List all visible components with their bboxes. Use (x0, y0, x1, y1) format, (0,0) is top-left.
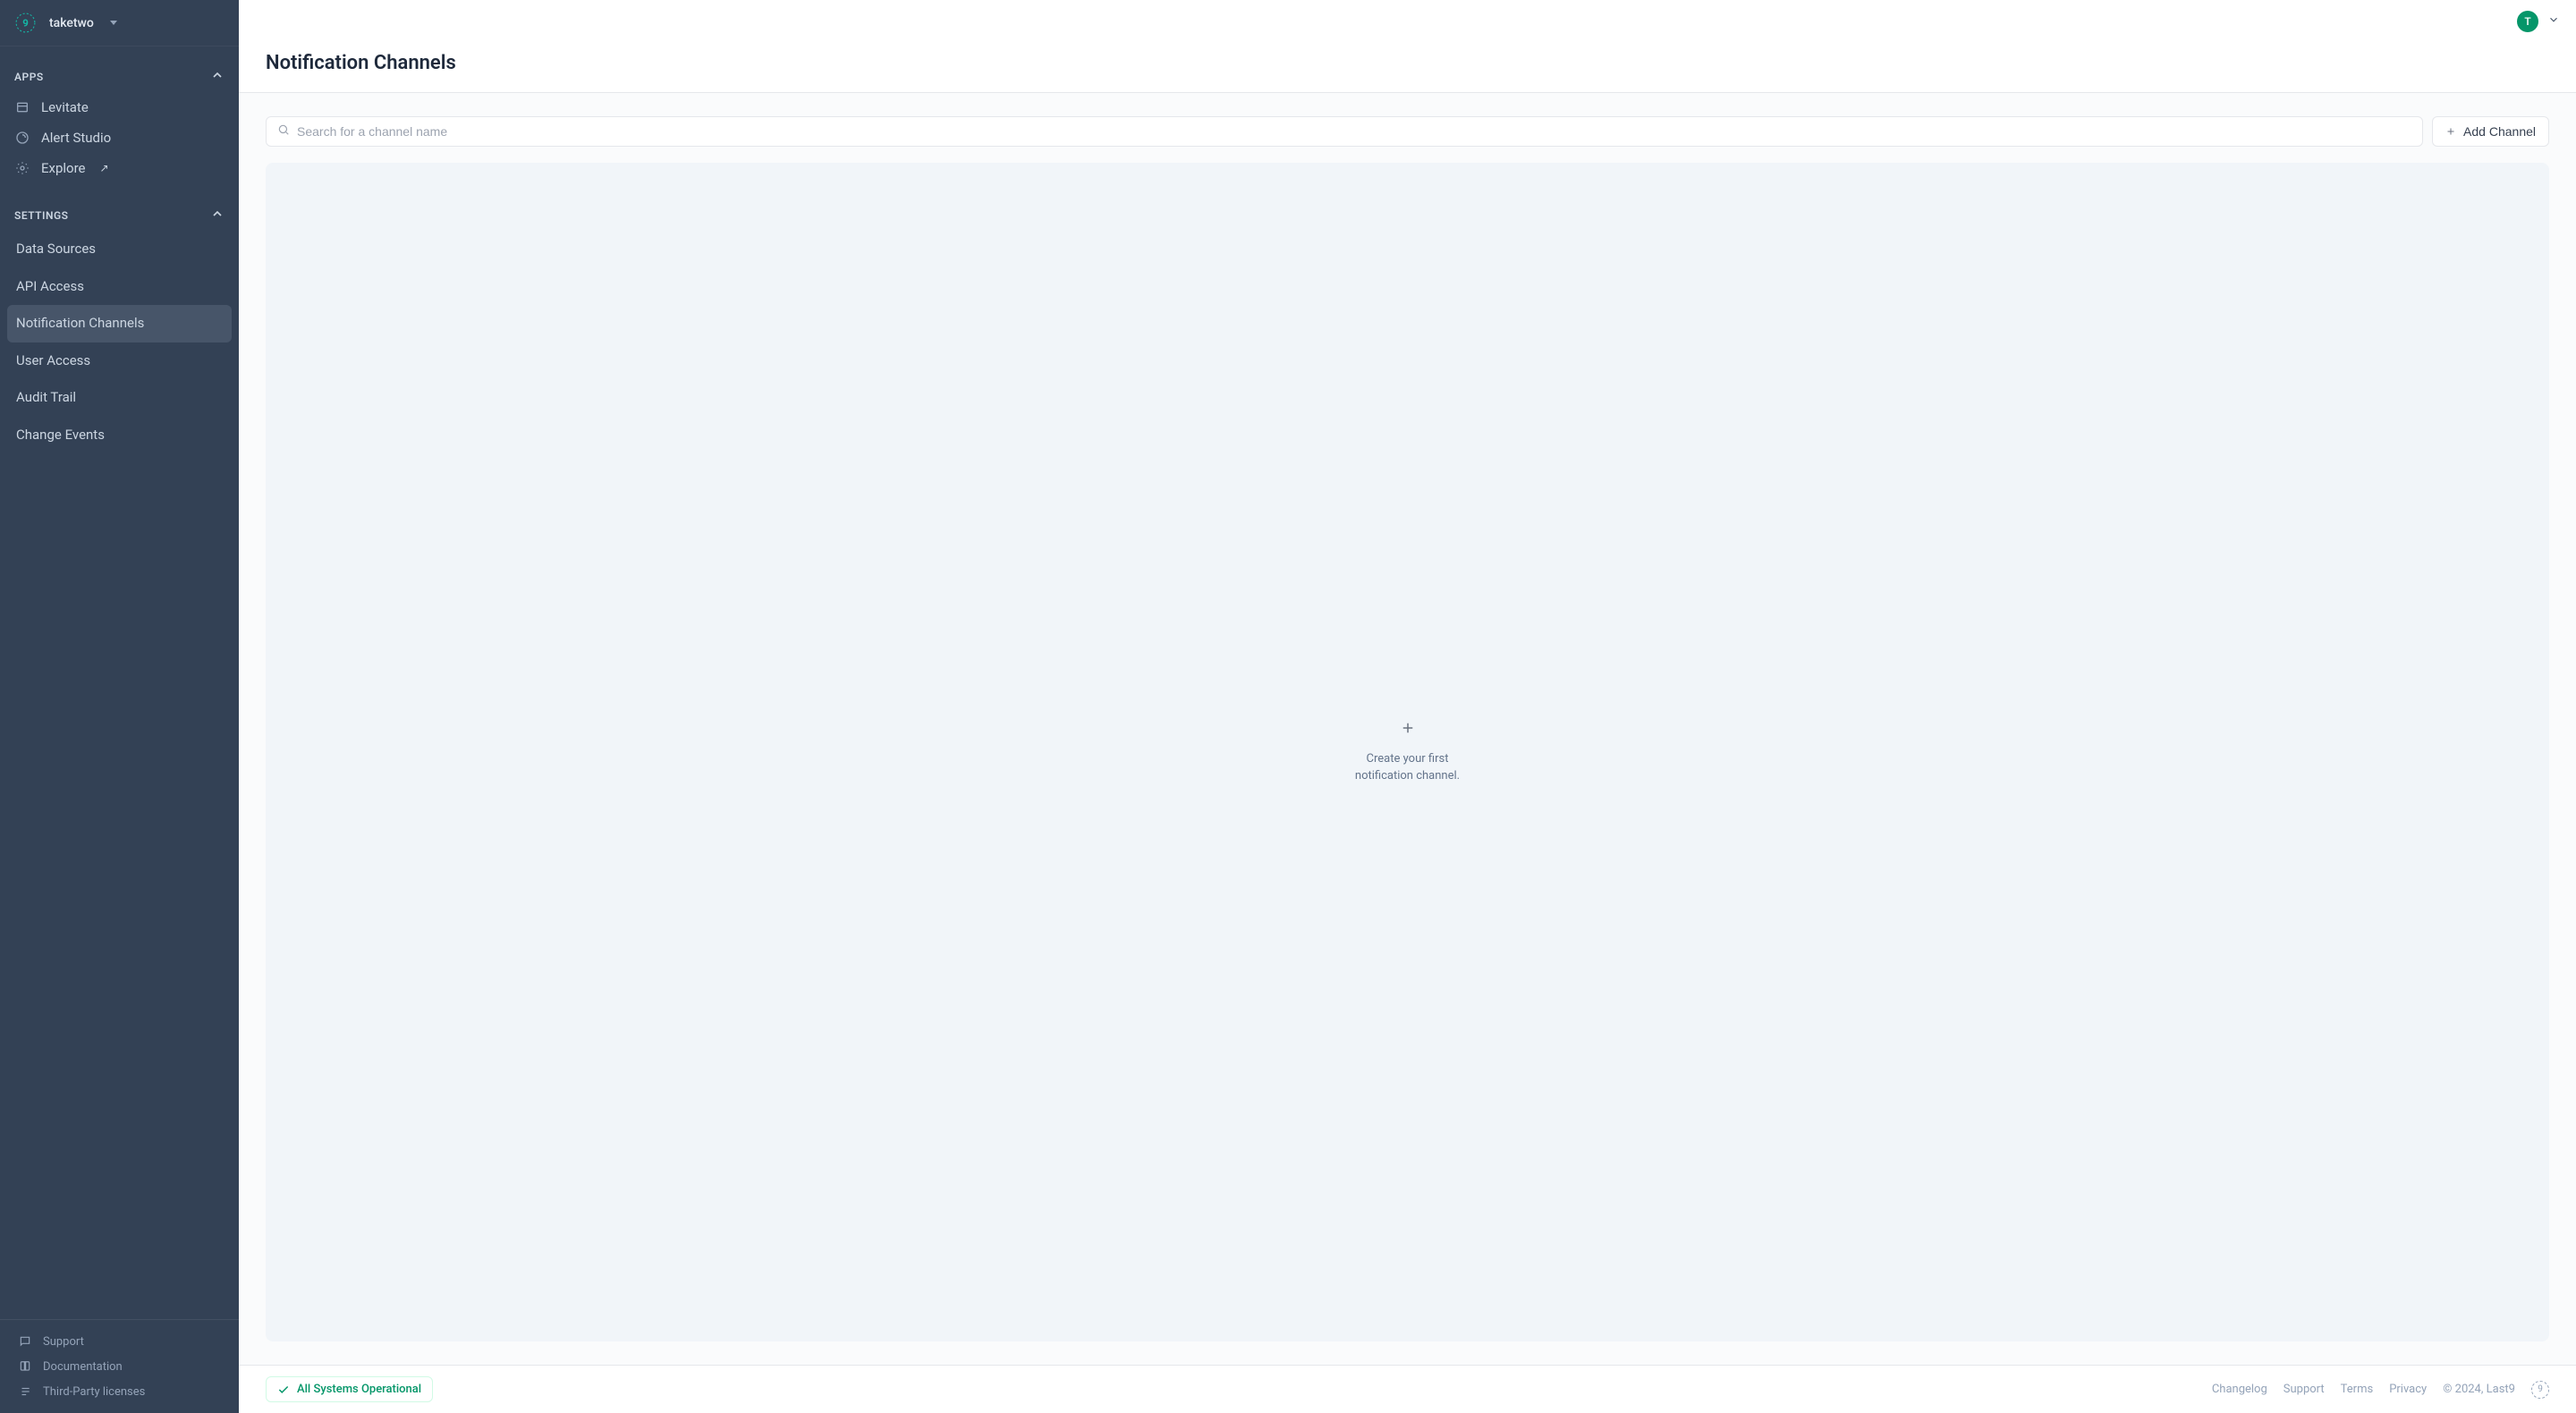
footer-logo: 9 (2531, 1381, 2549, 1399)
avatar-initial: T (2524, 15, 2530, 28)
add-button-label: Add Channel (2463, 124, 2536, 139)
sidebar-item-data-sources[interactable]: Data Sources (0, 231, 239, 268)
sidebar-sections: APPS Levitate Alert Studio Explore ↗ (0, 47, 239, 1319)
sidebar-item-audit-trail[interactable]: Audit Trail (0, 379, 239, 417)
page-content: Add Channel Create your first notificati… (239, 93, 2576, 1365)
footer-item-label: Support (43, 1335, 84, 1349)
add-channel-button[interactable]: Add Channel (2432, 116, 2549, 147)
status-text: All Systems Operational (297, 1383, 421, 1396)
sidebar-item-api-access[interactable]: API Access (0, 268, 239, 306)
sidebar-item-label: Audit Trail (16, 389, 76, 405)
search-input[interactable] (290, 117, 2411, 146)
empty-state[interactable]: Create your first notification channel. (266, 163, 2549, 1341)
chevron-down-icon[interactable] (2547, 13, 2560, 30)
sidebar-item-user-access[interactable]: User Access (0, 343, 239, 380)
sidebar-item-levitate[interactable]: Levitate (0, 92, 239, 123)
sidebar-item-alert-studio[interactable]: Alert Studio (0, 123, 239, 153)
sidebar-footer-documentation[interactable]: Documentation (0, 1354, 239, 1379)
search-container[interactable] (266, 116, 2423, 147)
chevron-up-icon (210, 207, 225, 224)
sidebar-footer-licenses[interactable]: Third-Party licenses (0, 1379, 239, 1404)
sidebar-item-change-events[interactable]: Change Events (0, 417, 239, 454)
org-switcher[interactable]: 9 taketwo (0, 0, 239, 47)
sidebar-item-label: Notification Channels (16, 315, 144, 331)
chevron-up-icon (210, 68, 225, 85)
page-header: Notification Channels (239, 43, 2576, 93)
svg-text:9: 9 (22, 17, 29, 30)
avatar[interactable]: T (2517, 11, 2538, 32)
sidebar-item-explore[interactable]: Explore ↗ (0, 153, 239, 183)
sidebar-item-label: Change Events (16, 427, 105, 443)
footer-link-changelog[interactable]: Changelog (2212, 1383, 2267, 1396)
footer-link-support[interactable]: Support (2284, 1383, 2325, 1396)
chat-icon (18, 1334, 32, 1349)
footer-item-label: Third-Party licenses (43, 1385, 145, 1399)
sidebar-footer-support[interactable]: Support (0, 1329, 239, 1354)
app-logo: 9 (14, 12, 37, 34)
dropdown-icon (110, 21, 117, 25)
section-label: SETTINGS (14, 209, 69, 222)
check-icon (277, 1383, 290, 1396)
sidebar-item-label: Explore (41, 160, 86, 176)
sidebar-footer: Support Documentation Third-Party licens… (0, 1319, 239, 1413)
copyright: © 2024, Last9 (2443, 1383, 2515, 1396)
footer-link-terms[interactable]: Terms (2341, 1383, 2374, 1396)
section-header-apps[interactable]: APPS (0, 61, 239, 92)
section-label: APPS (14, 71, 44, 83)
empty-state-text: Create your first notification channel. (1336, 750, 1479, 785)
sidebar-item-label: User Access (16, 352, 90, 368)
section-header-settings[interactable]: SETTINGS (0, 199, 239, 231)
list-icon (18, 1384, 32, 1399)
footer-item-label: Documentation (43, 1360, 123, 1374)
external-link-icon: ↗ (100, 162, 109, 174)
org-name: taketwo (49, 16, 94, 30)
footer-bar: All Systems Operational Changelog Suppor… (239, 1365, 2576, 1413)
page-title: Notification Channels (266, 52, 2549, 74)
footer-link-privacy[interactable]: Privacy (2389, 1383, 2427, 1396)
footer-links: Changelog Support Terms Privacy © 2024, … (2212, 1381, 2549, 1399)
plus-icon (1400, 720, 1416, 740)
system-status[interactable]: All Systems Operational (266, 1376, 433, 1402)
alert-icon (14, 130, 30, 146)
sidebar-item-label: API Access (16, 278, 84, 294)
sidebar-item-label: Data Sources (16, 241, 96, 257)
search-icon (277, 123, 290, 140)
sidebar-item-notification-channels[interactable]: Notification Channels (7, 305, 232, 343)
sidebar-item-label: Alert Studio (41, 130, 111, 146)
book-icon (18, 1359, 32, 1374)
sidebar: 9 taketwo APPS Levitate Alert Studio (0, 0, 239, 1413)
main: T Notification Channels Add Channel (239, 0, 2576, 1413)
topbar: T (239, 0, 2576, 43)
sidebar-item-label: Levitate (41, 99, 89, 115)
toolbar: Add Channel (266, 116, 2549, 147)
plus-icon (2445, 126, 2456, 137)
database-icon (14, 99, 30, 115)
gear-icon (14, 160, 30, 176)
